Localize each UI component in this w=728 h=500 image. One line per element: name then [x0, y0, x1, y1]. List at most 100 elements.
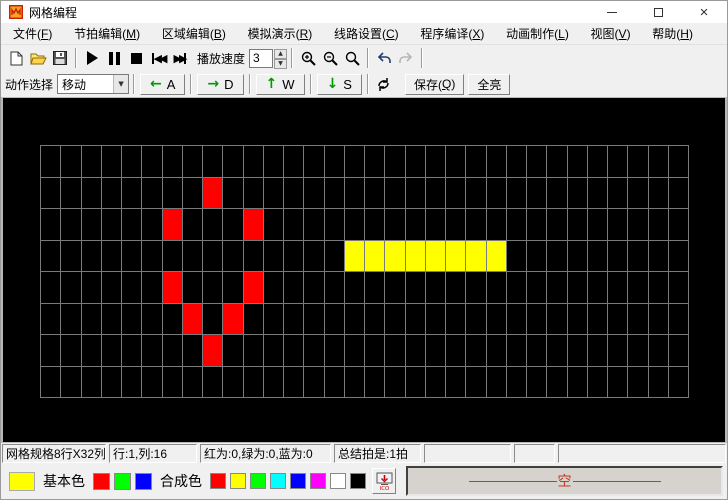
grid-cell[interactable] [122, 304, 141, 335]
grid-cell[interactable] [426, 241, 445, 272]
zoom-in-button[interactable] [297, 47, 319, 69]
grid-cell[interactable] [588, 304, 607, 335]
grid-cell[interactable] [41, 146, 60, 177]
grid-cell[interactable] [183, 209, 202, 240]
grid-cell[interactable] [426, 209, 445, 240]
grid-cell[interactable] [507, 241, 526, 272]
grid-cell[interactable] [547, 209, 566, 240]
grid-cell[interactable] [102, 304, 121, 335]
grid-cell[interactable] [406, 335, 425, 366]
grid-cell[interactable] [446, 146, 465, 177]
grid-cell[interactable] [41, 209, 60, 240]
grid-cell[interactable] [547, 272, 566, 303]
action-select-dropdown[interactable]: 移动 ▼ [57, 74, 129, 94]
grid-cell[interactable] [203, 272, 222, 303]
menu-item-circuit-settings[interactable]: 线路设置(C) [330, 23, 403, 44]
grid-cell[interactable] [608, 367, 627, 398]
grid-cell[interactable] [649, 304, 668, 335]
grid-cell[interactable] [345, 178, 364, 209]
grid-cell[interactable] [284, 178, 303, 209]
grid-cell[interactable] [628, 209, 647, 240]
grid-cell[interactable] [568, 146, 587, 177]
grid-cell[interactable] [507, 146, 526, 177]
grid-cell[interactable] [507, 335, 526, 366]
grid-cell[interactable] [385, 304, 404, 335]
grid-cell[interactable] [61, 304, 80, 335]
pause-button[interactable] [103, 47, 125, 69]
grid-cell[interactable] [41, 367, 60, 398]
grid-cell[interactable] [426, 335, 445, 366]
grid-cell[interactable] [446, 367, 465, 398]
save-file-button[interactable] [49, 47, 71, 69]
grid-cell[interactable] [507, 209, 526, 240]
grid-cell[interactable] [284, 241, 303, 272]
grid-cell[interactable] [487, 241, 506, 272]
grid-cell[interactable] [446, 241, 465, 272]
grid-cell[interactable] [588, 209, 607, 240]
all-bright-button[interactable]: 全亮 [468, 74, 510, 95]
menu-item-file[interactable]: 文件(F) [9, 23, 56, 44]
grid-cell[interactable] [608, 335, 627, 366]
grid-cell[interactable] [466, 272, 485, 303]
grid-cell[interactable] [507, 178, 526, 209]
grid-cell[interactable] [264, 241, 283, 272]
grid-cell[interactable] [122, 241, 141, 272]
speed-input[interactable]: 3 [249, 49, 273, 68]
grid-cell[interactable] [142, 241, 161, 272]
grid-cell[interactable] [102, 367, 121, 398]
grid-cell[interactable] [345, 304, 364, 335]
grid-cell[interactable] [122, 146, 141, 177]
speed-up-button[interactable]: ▲ [274, 49, 287, 59]
grid-cell[interactable] [244, 209, 263, 240]
grid-cell[interactable] [142, 209, 161, 240]
grid-cell[interactable] [568, 209, 587, 240]
menu-item-animation[interactable]: 动画制作(L) [502, 23, 573, 44]
grid-cell[interactable] [163, 335, 182, 366]
grid-cell[interactable] [487, 178, 506, 209]
grid-cell[interactable] [82, 367, 101, 398]
grid-cell[interactable] [649, 367, 668, 398]
grid-cell[interactable] [304, 367, 323, 398]
grid-cell[interactable] [325, 178, 344, 209]
grid-cell[interactable] [142, 146, 161, 177]
grid-cell[interactable] [446, 178, 465, 209]
grid-cell[interactable] [244, 367, 263, 398]
composite-color-swatch-magenta[interactable] [310, 473, 326, 489]
grid-cell[interactable] [527, 241, 546, 272]
grid-cell[interactable] [244, 304, 263, 335]
grid-cell[interactable] [142, 367, 161, 398]
grid-cell[interactable] [325, 146, 344, 177]
grid-cell[interactable] [61, 178, 80, 209]
grid-cell[interactable] [588, 272, 607, 303]
play-button[interactable] [81, 47, 103, 69]
grid-cell[interactable] [244, 146, 263, 177]
grid-cell[interactable] [628, 146, 647, 177]
minimize-button[interactable] [589, 1, 635, 23]
grid-cell[interactable] [41, 272, 60, 303]
grid-cell[interactable] [446, 304, 465, 335]
grid-cell[interactable] [608, 241, 627, 272]
grid-cell[interactable] [163, 272, 182, 303]
menu-item-help[interactable]: 帮助(H) [648, 23, 697, 44]
grid-cell[interactable] [568, 335, 587, 366]
grid-cell[interactable] [527, 304, 546, 335]
grid-cell[interactable] [183, 241, 202, 272]
grid-cell[interactable] [325, 209, 344, 240]
grid-cell[interactable] [406, 367, 425, 398]
grid-cell[interactable] [142, 272, 161, 303]
grid-cell[interactable] [628, 241, 647, 272]
grid-cell[interactable] [649, 272, 668, 303]
new-file-button[interactable] [5, 47, 27, 69]
grid-cell[interactable] [527, 272, 546, 303]
composite-color-swatch-blue[interactable] [290, 473, 306, 489]
composite-color-swatch-cyan[interactable] [270, 473, 286, 489]
grid-cell[interactable] [547, 367, 566, 398]
grid-cell[interactable] [304, 272, 323, 303]
grid-cell[interactable] [466, 178, 485, 209]
grid-cell[interactable] [41, 335, 60, 366]
grid-cell[interactable] [547, 178, 566, 209]
speed-down-button[interactable]: ▼ [274, 59, 287, 69]
grid-cell[interactable] [385, 178, 404, 209]
grid-cell[interactable] [649, 335, 668, 366]
grid-cell[interactable] [203, 304, 222, 335]
